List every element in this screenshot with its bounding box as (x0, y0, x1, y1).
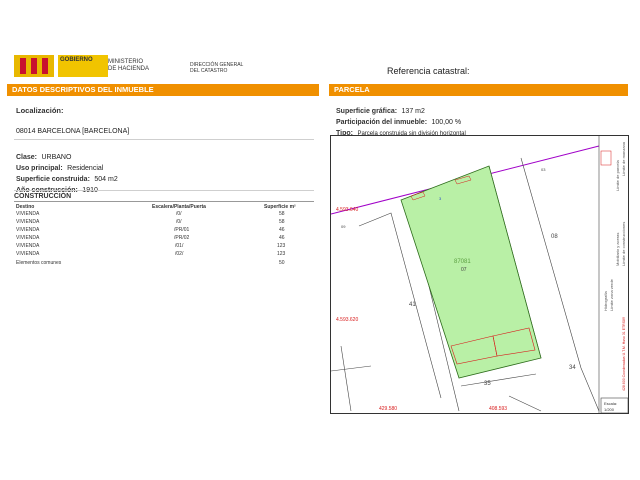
legend-item: Límite zona verde (609, 278, 614, 311)
construccion-title: CONSTRUCCIÓN (14, 193, 72, 200)
legend-group: Límite de construcciones (621, 222, 626, 266)
cadastral-map-svg: 87081 07 41 08 35 34 09 03 3 4.593.640 4… (330, 136, 629, 414)
cell-escalera: /PR/02 (174, 235, 190, 241)
legend-group: Hidrografía (603, 290, 608, 311)
localizacion-label: Localización: (16, 106, 64, 115)
cell-destino: VIVIENDA (16, 243, 40, 249)
cell-destino: VIVIENDA (16, 227, 40, 233)
cell-destino: VIVIENDA (16, 211, 40, 217)
legend-item: Hidrografía (603, 290, 608, 311)
projection-note: 428.600 Coordenadas U.T.M. Huso 31 ETRS8… (622, 317, 626, 391)
table-header-superficie: Superficie m² (264, 204, 296, 210)
ministry-name: MINISTERIO DE HACIENDA (108, 59, 149, 73)
neighbor-parcel-label: 41 (409, 302, 416, 308)
direction-general-name: DIRECCIÓN GENERAL DEL CATASTRO (190, 62, 243, 74)
cell-superficie: 123 (277, 251, 286, 257)
scale-label: Escala: (604, 401, 617, 406)
legend-item: Límite de parcela (615, 160, 620, 191)
cell-escalera: /02/ (175, 251, 184, 257)
divider (14, 139, 314, 140)
parcel-ref-label: 87081 (454, 259, 471, 265)
neighbor-parcel-label: 03 (541, 167, 546, 172)
ministry-line1: MINISTERIO (108, 59, 144, 65)
cell-superficie: 58 (279, 219, 285, 225)
government-bar-text: GOBIERNO (60, 57, 93, 63)
projection-note-group: 428.600 Coordenadas U.T.M. Huso 31 ETRS8… (622, 317, 626, 391)
legend-item: Mobiliario y aceras (615, 233, 620, 266)
coat-of-arms-logo (14, 55, 54, 77)
parcel-num-label: 07 (461, 267, 467, 273)
coord-label: 4.593.640 (336, 207, 358, 213)
dg-line2: DEL CATASTRO (190, 68, 228, 74)
neighbor-parcel-label: 35 (484, 381, 491, 387)
divider (14, 201, 314, 202)
parcel-boundary (340, 345, 352, 412)
cell-destino: VIVIENDA (16, 251, 40, 257)
address-value: 08014 BARCELONA [BARCELONA] (16, 128, 130, 135)
section-bar-parcela: PARCELA (329, 84, 628, 96)
ref-catastral-label: Referencia catastral: (387, 66, 470, 76)
cell-superficie: 123 (277, 243, 286, 249)
cell-escalera: /0/ (176, 211, 182, 217)
section-bar-datos: DATOS DESCRIPTIVOS DEL INMUEBLE (7, 84, 319, 96)
coord-label: 429.580 (379, 406, 397, 412)
table-header-destino: Destino (16, 204, 35, 210)
ministry-line2: DE HACIENDA (108, 66, 150, 72)
neighbor-parcel-label: 09 (341, 224, 346, 229)
cell-escalera: /01/ (175, 243, 184, 249)
legend-group: Límite zona verde (609, 278, 614, 311)
highlighted-parcel (400, 165, 542, 379)
parcel-boundary (330, 365, 372, 372)
neighbor-parcel-label: 08 (551, 234, 558, 240)
cell-destino: VIVIENDA (16, 219, 40, 225)
legend-item: Límite de manzana (621, 141, 626, 176)
cell-superficie: 50 (279, 260, 285, 266)
neighbor-parcel-label: 34 (569, 365, 576, 371)
cell-escalera: /0/ (176, 219, 182, 225)
cell-superficie: 58 (279, 211, 285, 217)
divider (14, 190, 314, 191)
cell-superficie: 46 (279, 227, 285, 233)
parcel-boundary (460, 373, 537, 387)
table-header-escalera: Escalera/Planta/Puerta (152, 204, 206, 210)
scale-value: 1/200 (604, 407, 615, 412)
coord-label: 408.593 (489, 406, 507, 412)
legend-group: Mobiliario y aceras (615, 233, 620, 266)
cell-escalera: /PR/01 (174, 227, 190, 233)
coord-label: 4.593.620 (336, 317, 358, 323)
government-bar: GOBIERNO (58, 55, 108, 77)
legend-item: Límite de construcciones (621, 222, 626, 266)
cell-destino: VIVIENDA (16, 235, 40, 241)
cell-superficie: 46 (279, 235, 285, 241)
cadastral-plot: 87081 07 41 08 35 34 09 03 3 4.593.640 4… (330, 135, 629, 414)
legend-group: Límite de parcela (615, 160, 620, 191)
legend-swatch (600, 150, 612, 166)
cell-destino: Elementos comunes (16, 260, 62, 266)
parcel-boundary (520, 157, 600, 412)
legend-group: Límite de manzana (621, 141, 626, 176)
parcel-boundary (508, 395, 542, 412)
